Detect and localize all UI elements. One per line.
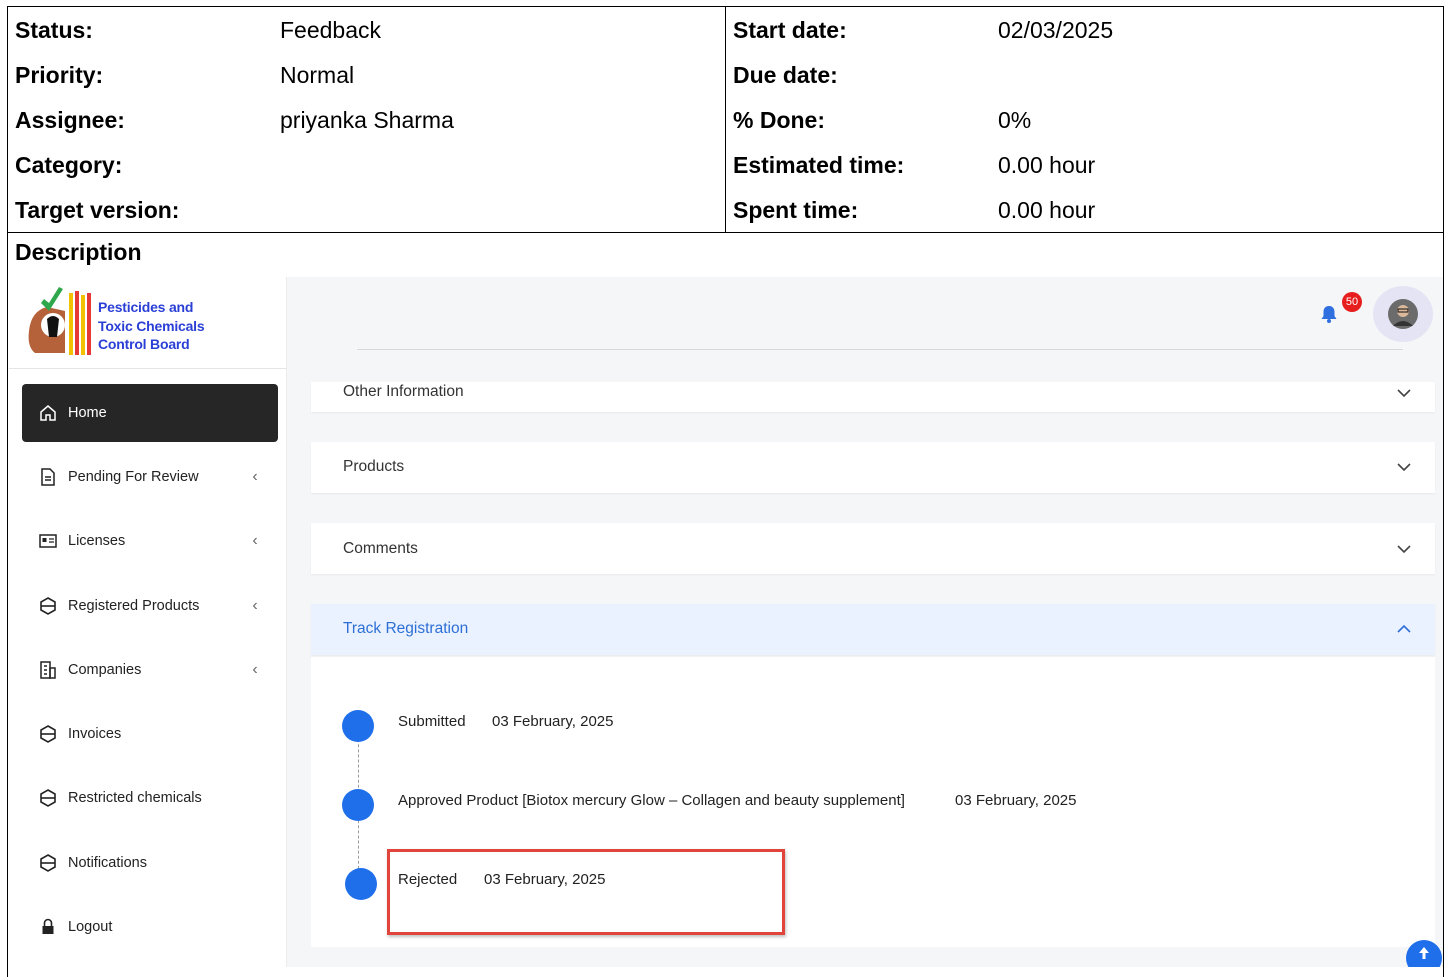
attribute-row-due-date: Due date: bbox=[726, 52, 1443, 97]
panel-track-registration[interactable]: Track Registration bbox=[311, 604, 1435, 655]
top-bar: 50 bbox=[287, 277, 1443, 382]
estimated-time-label: Estimated time: bbox=[733, 152, 905, 178]
sidebar-item-label: Home bbox=[68, 405, 107, 421]
header-divider bbox=[357, 349, 1403, 350]
due-date-label: Due date: bbox=[733, 62, 838, 88]
sidebar-item-notifications[interactable]: Notifications bbox=[22, 834, 278, 892]
user-avatar-icon bbox=[1388, 299, 1418, 329]
chevron-left-icon: ‹ bbox=[252, 597, 258, 614]
attribute-row-priority: Priority: Normal bbox=[8, 52, 725, 97]
sidebar-item-label: Pending For Review bbox=[68, 469, 199, 485]
sidebar: Pesticides and Toxic Chemicals Control B… bbox=[9, 277, 287, 967]
attribute-row-category: Category: bbox=[8, 142, 725, 187]
sidebar-item-pending-for-review[interactable]: Pending For Review ‹ bbox=[22, 448, 278, 506]
assignee-label: Assignee: bbox=[15, 107, 125, 133]
category-label: Category: bbox=[15, 152, 123, 178]
done-ratio-label: % Done: bbox=[733, 107, 825, 133]
box-icon bbox=[38, 724, 58, 744]
priority-label: Priority: bbox=[15, 62, 104, 88]
priority-value: Normal bbox=[280, 62, 355, 88]
logo-line-1: Pesticides and bbox=[98, 299, 194, 315]
panel-comments[interactable]: Comments bbox=[311, 523, 1435, 574]
chevron-down-icon bbox=[1397, 463, 1411, 472]
target-version-label: Target version: bbox=[15, 197, 180, 223]
document-icon bbox=[38, 467, 58, 487]
description-screenshot: Pesticides and Toxic Chemicals Control B… bbox=[9, 277, 1443, 967]
sidebar-item-label: Notifications bbox=[68, 855, 147, 871]
id-card-icon bbox=[38, 531, 58, 551]
notification-count-badge: 50 bbox=[1342, 292, 1362, 312]
sidebar-item-registered-products[interactable]: Registered Products ‹ bbox=[22, 577, 278, 635]
timeline-dot-submitted bbox=[342, 710, 374, 742]
panel-title: Other Information bbox=[343, 383, 464, 400]
spent-time-label: Spent time: bbox=[733, 197, 859, 223]
attribute-row-status: Status: Feedback bbox=[8, 7, 725, 52]
bell-icon[interactable] bbox=[1316, 301, 1342, 327]
logo: Pesticides and Toxic Chemicals Control B… bbox=[9, 277, 287, 369]
attribute-row-spent-time: Spent time: 0.00 hour bbox=[726, 187, 1443, 232]
rejected-highlight-annotation bbox=[387, 849, 785, 935]
panel-title: Products bbox=[343, 458, 405, 475]
done-ratio-value: 0% bbox=[998, 107, 1032, 133]
sidebar-item-label: Companies bbox=[68, 662, 142, 678]
box-icon bbox=[38, 788, 58, 808]
scroll-to-top-button[interactable] bbox=[1406, 940, 1442, 967]
timeline-dot-approved bbox=[342, 789, 374, 821]
timeline-status-approved: Approved Product [Biotox mercury Glow – … bbox=[398, 792, 905, 809]
panel-title: Comments bbox=[343, 540, 418, 557]
box-icon bbox=[38, 853, 58, 873]
spent-time-value: 0.00 hour bbox=[998, 197, 1096, 223]
chevron-up-icon bbox=[1397, 624, 1411, 633]
attribute-row-estimated-time: Estimated time: 0.00 hour bbox=[726, 142, 1443, 187]
sidebar-item-label: Logout bbox=[68, 919, 113, 935]
timeline-date-submitted: 03 February, 2025 bbox=[492, 713, 614, 730]
start-date-label: Start date: bbox=[733, 17, 847, 43]
home-icon bbox=[38, 403, 58, 423]
logo-line-2: Toxic Chemicals bbox=[98, 317, 205, 334]
description-heading: Description bbox=[15, 239, 142, 265]
attribute-row-target-version: Target version: bbox=[8, 187, 725, 232]
arrow-up-icon bbox=[1419, 947, 1429, 959]
logo-line-3: Control Board bbox=[98, 336, 190, 352]
avatar[interactable] bbox=[1373, 286, 1433, 342]
issue-attributes-table: Status: Feedback Priority: Normal Assign… bbox=[7, 6, 1444, 233]
status-label: Status: bbox=[15, 17, 93, 43]
start-date-value: 02/03/2025 bbox=[998, 17, 1114, 43]
sidebar-item-home[interactable]: Home bbox=[22, 384, 278, 442]
sidebar-item-label: Restricted chemicals bbox=[68, 790, 202, 806]
panel-products[interactable]: Products bbox=[311, 442, 1435, 493]
sidebar-item-restricted-chemicals[interactable]: Restricted chemicals bbox=[22, 769, 278, 827]
board-logo-icon bbox=[28, 287, 91, 355]
panel-other-information[interactable]: Other Information bbox=[311, 382, 1435, 412]
panel-title: Track Registration bbox=[343, 620, 469, 637]
timeline-date-approved: 03 February, 2025 bbox=[955, 792, 1077, 809]
status-value: Feedback bbox=[280, 17, 382, 43]
attributes-right-column: Start date: 02/03/2025 Due date: % Done:… bbox=[726, 7, 1443, 232]
box-icon bbox=[38, 596, 58, 616]
attribute-row-start-date: Start date: 02/03/2025 bbox=[726, 7, 1443, 52]
assignee-value[interactable]: priyanka Sharma bbox=[280, 107, 454, 134]
timeline-dot-rejected bbox=[345, 868, 377, 900]
lock-icon bbox=[38, 917, 58, 937]
timeline-status-submitted: Submitted bbox=[398, 713, 466, 730]
chevron-left-icon: ‹ bbox=[252, 468, 258, 485]
chevron-down-icon bbox=[1397, 545, 1411, 554]
estimated-time-value: 0.00 hour bbox=[998, 152, 1096, 178]
chevron-down-icon bbox=[1397, 389, 1411, 398]
chevron-left-icon: ‹ bbox=[252, 532, 258, 549]
attribute-row-done-ratio: % Done: 0% bbox=[726, 97, 1443, 142]
attribute-row-assignee: Assignee: priyanka Sharma bbox=[8, 97, 725, 142]
chevron-left-icon: ‹ bbox=[252, 661, 258, 678]
building-icon bbox=[38, 660, 58, 680]
logo-text: Pesticides and Toxic Chemicals Control B… bbox=[98, 298, 205, 354]
sidebar-item-companies[interactable]: Companies ‹ bbox=[22, 641, 278, 699]
sidebar-item-label: Invoices bbox=[68, 726, 122, 742]
sidebar-item-label: Licenses bbox=[68, 533, 126, 549]
sidebar-item-label: Registered Products bbox=[68, 598, 200, 614]
attributes-left-column: Status: Feedback Priority: Normal Assign… bbox=[8, 7, 726, 232]
sidebar-item-logout[interactable]: Logout bbox=[22, 898, 278, 956]
sidebar-item-licenses[interactable]: Licenses ‹ bbox=[22, 512, 278, 570]
sidebar-item-invoices[interactable]: Invoices bbox=[22, 705, 278, 763]
